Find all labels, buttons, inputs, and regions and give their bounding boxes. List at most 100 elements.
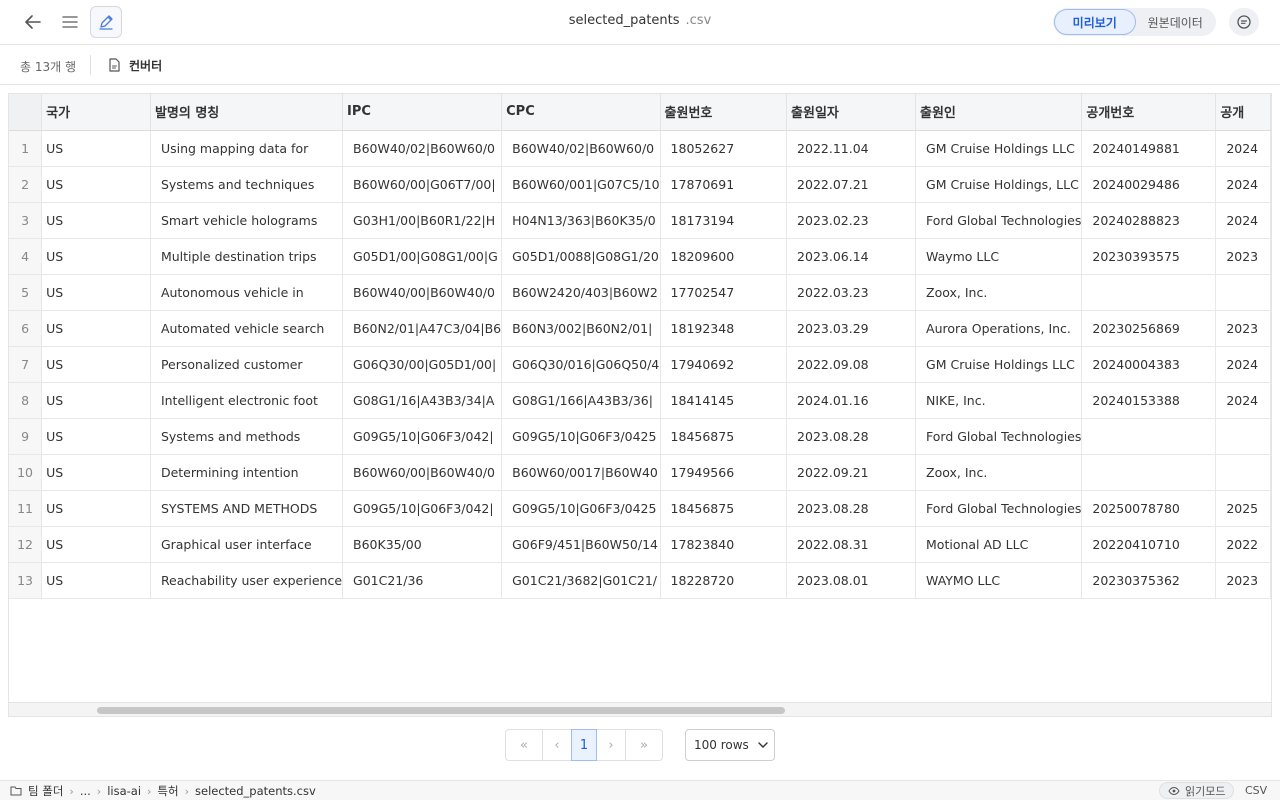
table-cell[interactable]: US — [41, 166, 151, 203]
table-cell[interactable]: 2023.06.14 — [786, 238, 917, 275]
table-cell[interactable]: Aurora Operations, Inc. — [915, 310, 1083, 347]
table-cell[interactable]: US — [41, 202, 151, 239]
next-page-button[interactable]: › — [596, 729, 626, 761]
table-cell[interactable] — [1215, 418, 1271, 455]
table-cell[interactable]: B60W60/001|G07C5/10 — [501, 166, 661, 203]
table-cell[interactable]: WAYMO LLC — [915, 562, 1083, 599]
table-cell[interactable]: 2023.08.01 — [786, 562, 917, 599]
table-cell[interactable]: 18052627 — [660, 130, 788, 167]
table-cell[interactable]: NIKE, Inc. — [915, 382, 1083, 419]
prev-page-button[interactable]: ‹ — [542, 729, 572, 761]
table-cell[interactable]: B60W2420/403|B60W2 — [501, 274, 661, 311]
preview-tab[interactable]: 미리보기 — [1054, 9, 1136, 35]
table-cell[interactable]: 2023.02.23 — [786, 202, 917, 239]
column-header[interactable]: IPC — [342, 94, 503, 131]
table-cell[interactable]: Reachability user experience — [150, 562, 344, 599]
table-cell[interactable]: 2023.03.29 — [786, 310, 917, 347]
table-cell[interactable]: 20230375362 — [1081, 562, 1217, 599]
table-cell[interactable]: Zoox, Inc. — [915, 274, 1083, 311]
table-cell[interactable]: 17870691 — [660, 166, 788, 203]
table-cell[interactable]: US — [41, 526, 151, 563]
table-cell[interactable]: G08G1/16|A43B3/34|A — [342, 382, 503, 419]
table-cell[interactable] — [1081, 454, 1217, 491]
table-row[interactable]: 11 US SYSTEMS AND METHODS G09G5/10|G06F3/04… — [9, 490, 1271, 527]
table-cell[interactable]: B60W40/00|B60W40/0 — [342, 274, 503, 311]
table-cell[interactable]: US — [41, 274, 151, 311]
table-cell[interactable]: 17823840 — [660, 526, 788, 563]
table-row[interactable]: 12 US Graphical user interface B60K35/00 G06… — [9, 526, 1271, 563]
horizontal-scrollbar[interactable] — [9, 702, 1271, 716]
table-cell[interactable]: US — [41, 310, 151, 347]
table-cell[interactable]: SYSTEMS AND METHODS — [150, 490, 344, 527]
table-cell[interactable]: 2025 — [1215, 490, 1271, 527]
table-row[interactable]: 10 US Determining intention B60W60/00|B60W4… — [9, 454, 1271, 491]
table-cell[interactable]: G06F9/451|B60W50/14 — [501, 526, 661, 563]
table-cell[interactable]: Determining intention — [150, 454, 344, 491]
table-cell[interactable]: US — [41, 418, 151, 455]
table-cell[interactable]: US — [41, 346, 151, 383]
raw-data-tab[interactable]: 원본데이터 — [1136, 9, 1216, 35]
table-cell[interactable]: US — [41, 454, 151, 491]
table-cell[interactable]: 20240149881 — [1081, 130, 1217, 167]
table-cell[interactable]: 2023 — [1215, 310, 1271, 347]
table-cell[interactable]: G09G5/10|G06F3/042| — [342, 418, 503, 455]
table-cell[interactable]: G08G1/166|A43B3/36| — [501, 382, 661, 419]
table-row[interactable]: 1 US Using mapping data for B60W40/02|B60W6… — [9, 130, 1271, 167]
table-cell[interactable]: B60N3/002|B60N2/01| — [501, 310, 661, 347]
table-cell[interactable]: 2023 — [1215, 238, 1271, 275]
table-cell[interactable]: GM Cruise Holdings LLC — [915, 130, 1083, 167]
table-cell[interactable]: Multiple destination trips — [150, 238, 344, 275]
table-cell[interactable]: G05D1/0088|G08G1/20 — [501, 238, 661, 275]
table-cell[interactable]: G09G5/10|G06F3/0425 — [501, 490, 661, 527]
table-cell[interactable]: 2024 — [1215, 130, 1271, 167]
table-cell[interactable]: G03H1/00|B60R1/22|H — [342, 202, 503, 239]
table-cell[interactable] — [1081, 274, 1217, 311]
breadcrumb-item[interactable]: lisa-ai — [107, 784, 141, 798]
breadcrumb-item[interactable]: 특허 — [157, 783, 178, 799]
column-header[interactable]: 공개 — [1215, 94, 1271, 131]
table-cell[interactable]: US — [41, 490, 151, 527]
table-cell[interactable]: Intelligent electronic foot — [150, 382, 344, 419]
table-cell[interactable]: B60W60/00|B60W40/0 — [342, 454, 503, 491]
page-number-button[interactable]: 1 — [571, 729, 597, 761]
table-cell[interactable]: G06Q30/016|G06Q50/4 — [501, 346, 661, 383]
table-row[interactable]: 8 US Intelligent electronic foot G08G1/16|A… — [9, 382, 1271, 419]
table-cell[interactable]: 2024 — [1215, 346, 1271, 383]
table-cell[interactable]: G05D1/00|G08G1/00|G — [342, 238, 503, 275]
table-cell[interactable]: Systems and techniques — [150, 166, 344, 203]
table-cell[interactable]: Ford Global Technologies — [915, 418, 1083, 455]
table-cell[interactable]: Autonomous vehicle in — [150, 274, 344, 311]
table-cell[interactable]: 18173194 — [660, 202, 788, 239]
table-cell[interactable]: B60K35/00 — [342, 526, 503, 563]
table-cell[interactable]: G06Q30/00|G05D1/00| — [342, 346, 503, 383]
table-cell[interactable] — [1215, 274, 1271, 311]
table-cell[interactable]: Graphical user interface — [150, 526, 344, 563]
table-cell[interactable]: 18209600 — [660, 238, 788, 275]
table-cell[interactable]: 18192348 — [660, 310, 788, 347]
table-cell[interactable]: B60W60/00|G06T7/00| — [342, 166, 503, 203]
table-cell[interactable]: 20250078780 — [1081, 490, 1217, 527]
table-cell[interactable]: 20230256869 — [1081, 310, 1217, 347]
table-row[interactable]: 3 US Smart vehicle holograms G03H1/00|B60R1… — [9, 202, 1271, 239]
table-cell[interactable]: Motional AD LLC — [915, 526, 1083, 563]
table-cell[interactable]: 2022.03.23 — [786, 274, 917, 311]
table-row[interactable]: 6 US Automated vehicle search B60N2/01|A47C… — [9, 310, 1271, 347]
table-cell[interactable]: US — [41, 238, 151, 275]
table-cell[interactable]: 2022.08.31 — [786, 526, 917, 563]
chat-button[interactable] — [1229, 8, 1259, 36]
table-cell[interactable]: 2022.09.08 — [786, 346, 917, 383]
table-cell[interactable]: G09G5/10|G06F3/0425 — [501, 418, 661, 455]
table-cell[interactable] — [1081, 418, 1217, 455]
table-cell[interactable]: 20230393575 — [1081, 238, 1217, 275]
table-cell[interactable]: 2022.09.21 — [786, 454, 917, 491]
table-cell[interactable]: G09G5/10|G06F3/042| — [342, 490, 503, 527]
table-cell[interactable]: US — [41, 130, 151, 167]
table-cell[interactable]: G01C21/3682|G01C21/ — [501, 562, 661, 599]
table-cell[interactable]: Ford Global Technologies — [915, 202, 1083, 239]
table-cell[interactable]: 18456875 — [660, 418, 788, 455]
table-row[interactable]: 9 US Systems and methods G09G5/10|G06F3/042… — [9, 418, 1271, 455]
table-cell[interactable]: 20220410710 — [1081, 526, 1217, 563]
table-cell[interactable]: 18456875 — [660, 490, 788, 527]
table-cell[interactable]: 2024 — [1215, 202, 1271, 239]
table-cell[interactable]: GM Cruise Holdings, LLC — [915, 166, 1083, 203]
